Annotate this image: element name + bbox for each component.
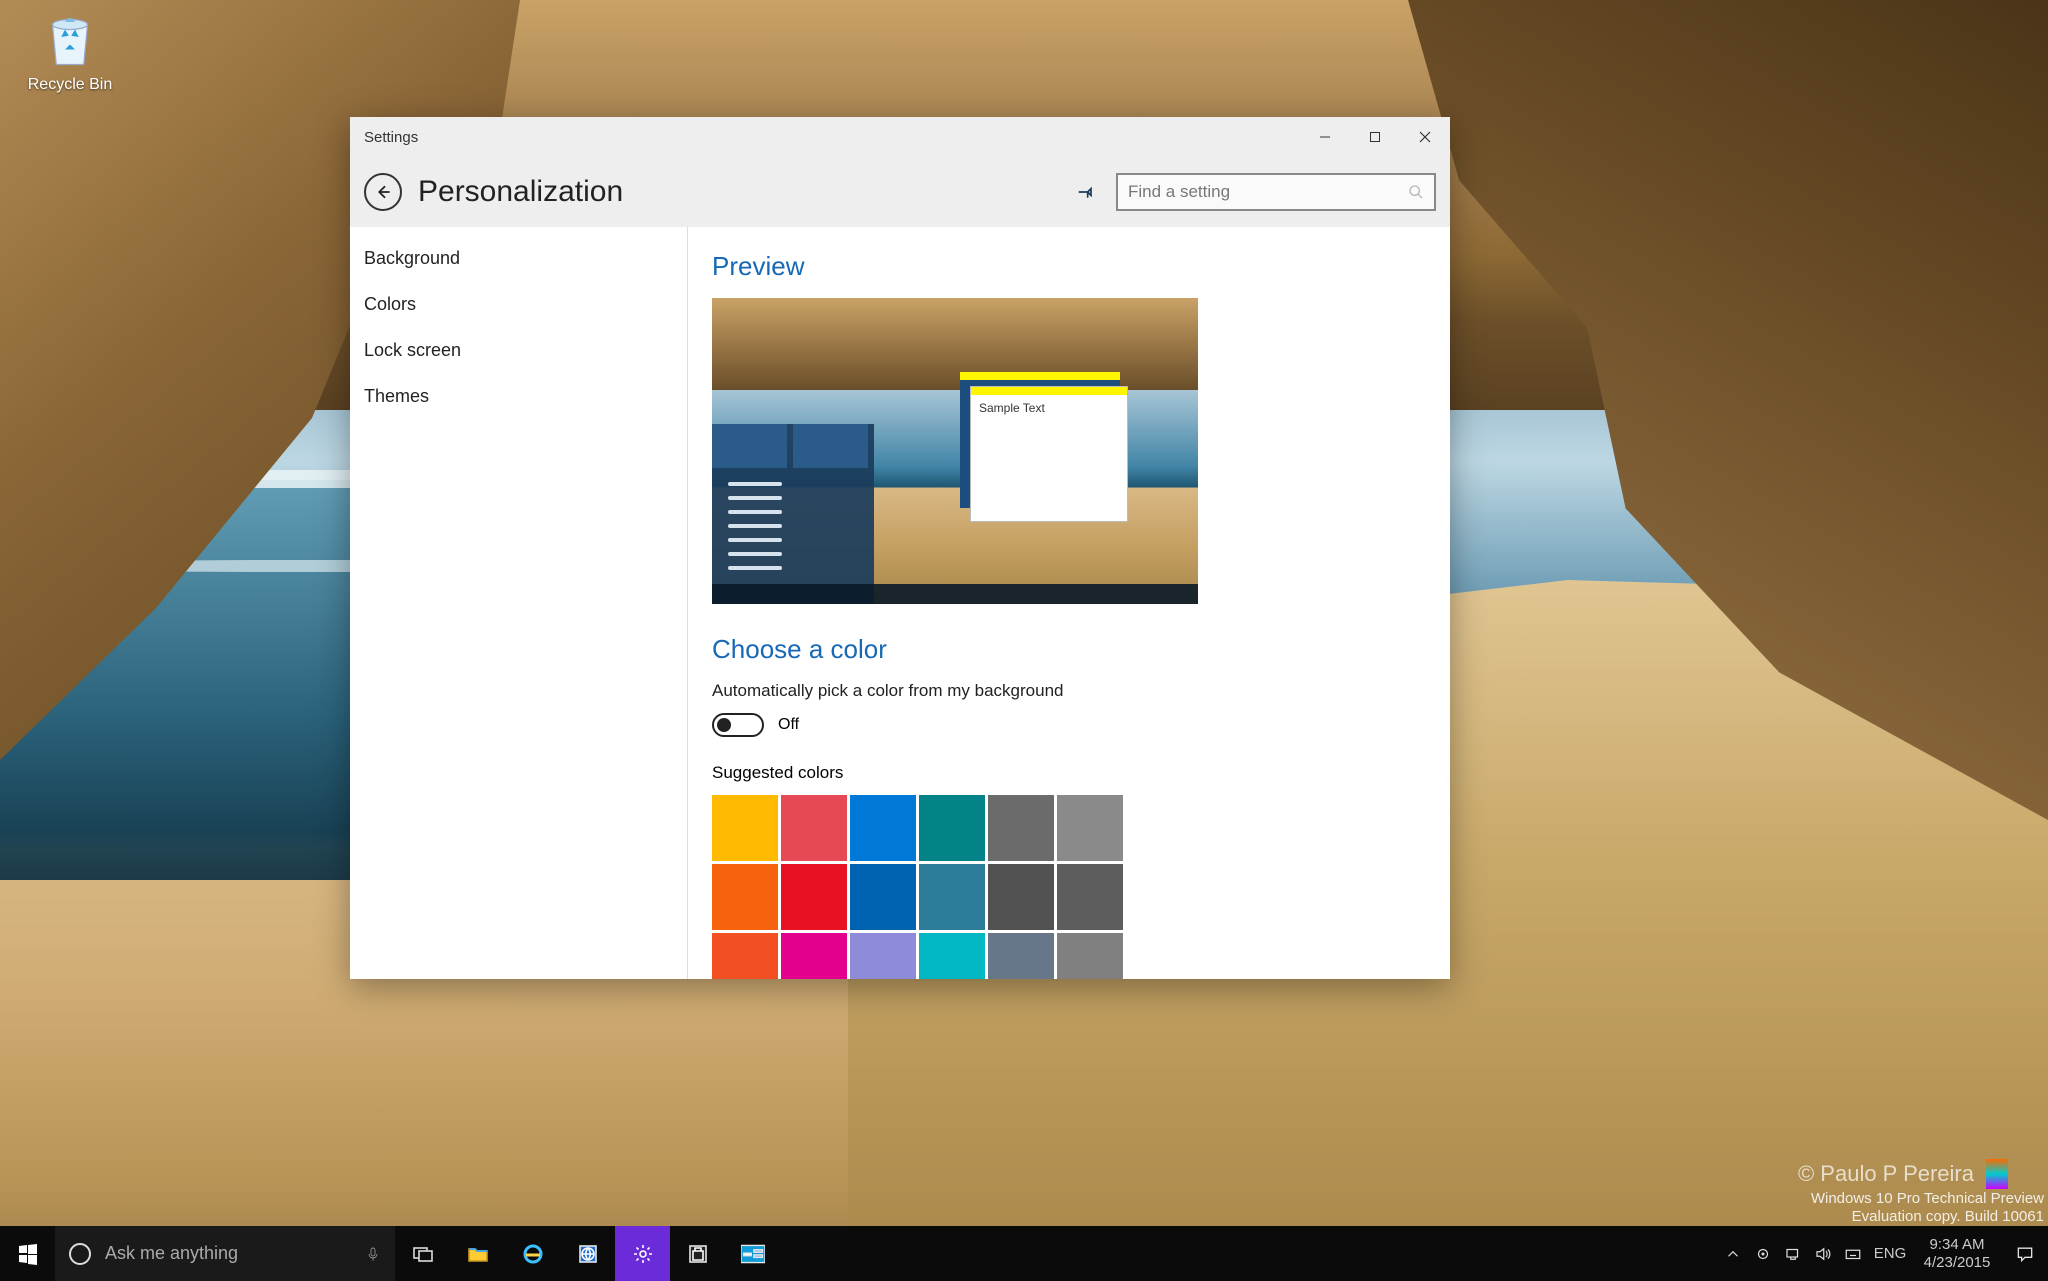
location-icon (1754, 1245, 1772, 1263)
task-view-icon (411, 1242, 435, 1266)
notification-icon (2015, 1244, 2035, 1264)
page-title: Personalization (418, 175, 623, 209)
gear-icon (631, 1242, 655, 1266)
search-icon (1408, 184, 1424, 200)
content-area: Preview Sample Text (688, 227, 1450, 979)
sidebar-item-colors[interactable]: Colors (350, 281, 687, 327)
color-swatch-9[interactable] (919, 864, 985, 930)
store-button[interactable] (670, 1226, 725, 1281)
color-swatch-0[interactable] (712, 795, 778, 861)
windows-build-caption: Windows 10 Pro Technical Preview Evaluat… (1811, 1190, 2044, 1226)
watermark-logo-icon (1986, 1159, 2008, 1189)
tray-location[interactable] (1748, 1226, 1778, 1281)
sidebar: Background Colors Lock screen Themes (350, 227, 688, 979)
preview-sample-text: Sample Text (971, 395, 1127, 421)
tray-time: 9:34 AM (1920, 1236, 1994, 1254)
system-tray: ENG 9:34 AM 4/23/2015 (1718, 1226, 2048, 1281)
taskbar: Ask me anything (0, 1226, 2048, 1281)
color-swatch-5[interactable] (1057, 795, 1123, 861)
task-view-button[interactable] (395, 1226, 450, 1281)
tray-clock[interactable]: 9:34 AM 4/23/2015 (1912, 1236, 2002, 1272)
maximize-icon (1369, 131, 1381, 143)
start-button[interactable] (0, 1226, 55, 1281)
preview-taskbar (712, 584, 1198, 604)
arrow-left-icon (374, 183, 392, 201)
color-swatch-17[interactable] (1057, 933, 1123, 979)
settings-window: Settings Personalization (350, 117, 1450, 979)
recycle-bin-icon (40, 12, 100, 72)
titlebar[interactable]: Settings (350, 117, 1450, 157)
header: Personalization Find a setting (350, 157, 1450, 227)
tray-overflow[interactable] (1718, 1226, 1748, 1281)
auto-pick-toggle[interactable] (712, 713, 764, 737)
color-swatches (712, 795, 1426, 979)
tray-keyboard[interactable] (1838, 1226, 1868, 1281)
pin-icon[interactable] (1076, 182, 1096, 202)
app-icon (741, 1242, 765, 1266)
microphone-icon[interactable] (365, 1243, 381, 1265)
suggested-colors-label: Suggested colors (712, 763, 1426, 783)
desktop: Recycle Bin Settings Personalization (0, 0, 2048, 1281)
app-button[interactable] (725, 1226, 780, 1281)
network-icon (1784, 1245, 1802, 1263)
tray-date: 4/23/2015 (1920, 1254, 1994, 1272)
tray-language[interactable]: ENG (1868, 1226, 1912, 1281)
color-swatch-11[interactable] (1057, 864, 1123, 930)
cortana-search[interactable]: Ask me anything (55, 1226, 395, 1281)
back-button[interactable] (364, 173, 402, 211)
window-controls (1300, 117, 1450, 157)
toggle-state-label: Off (778, 716, 799, 734)
recycle-bin-label: Recycle Bin (28, 76, 112, 93)
color-swatch-8[interactable] (850, 864, 916, 930)
close-icon (1419, 131, 1431, 143)
action-center-button[interactable] (2002, 1226, 2048, 1281)
chevron-up-icon (1724, 1245, 1742, 1263)
tray-network[interactable] (1778, 1226, 1808, 1281)
internet-explorer-button[interactable] (505, 1226, 560, 1281)
color-swatch-13[interactable] (781, 933, 847, 979)
color-swatch-15[interactable] (919, 933, 985, 979)
recycle-bin[interactable]: Recycle Bin (16, 12, 124, 94)
window-title: Settings (364, 129, 418, 146)
color-preview: Sample Text (712, 298, 1198, 604)
search-input[interactable]: Find a setting (1116, 173, 1436, 211)
ie-icon (521, 1242, 545, 1266)
color-swatch-1[interactable] (781, 795, 847, 861)
maximize-button[interactable] (1350, 117, 1400, 157)
volume-icon (1814, 1245, 1832, 1263)
sidebar-item-lock-screen[interactable]: Lock screen (350, 327, 687, 373)
search-placeholder: Find a setting (1128, 182, 1230, 202)
minimize-button[interactable] (1300, 117, 1350, 157)
color-swatch-3[interactable] (919, 795, 985, 861)
cortana-icon (69, 1243, 91, 1265)
sidebar-item-themes[interactable]: Themes (350, 373, 687, 419)
store-icon (686, 1242, 710, 1266)
auto-pick-label: Automatically pick a color from my backg… (712, 681, 1426, 701)
minimize-icon (1319, 131, 1331, 143)
preview-start-menu (712, 424, 874, 604)
color-swatch-10[interactable] (988, 864, 1054, 930)
color-swatch-12[interactable] (712, 933, 778, 979)
sidebar-item-background[interactable]: Background (350, 235, 687, 281)
cortana-placeholder: Ask me anything (105, 1243, 238, 1264)
tray-volume[interactable] (1808, 1226, 1838, 1281)
edge-button[interactable] (560, 1226, 615, 1281)
choose-color-heading: Choose a color (712, 634, 1426, 665)
color-swatch-2[interactable] (850, 795, 916, 861)
color-swatch-6[interactable] (712, 864, 778, 930)
preview-window-front: Sample Text (970, 386, 1128, 522)
globe-icon (576, 1242, 600, 1266)
color-swatch-7[interactable] (781, 864, 847, 930)
close-button[interactable] (1400, 117, 1450, 157)
color-swatch-14[interactable] (850, 933, 916, 979)
color-swatch-4[interactable] (988, 795, 1054, 861)
settings-taskbar-button[interactable] (615, 1226, 670, 1281)
file-explorer-button[interactable] (450, 1226, 505, 1281)
wallpaper-watermark: © Paulo P Pereira (1798, 1159, 2008, 1189)
folder-icon (466, 1242, 490, 1266)
windows-logo-icon (16, 1242, 40, 1266)
keyboard-icon (1844, 1245, 1862, 1263)
preview-heading: Preview (712, 251, 1426, 282)
color-swatch-16[interactable] (988, 933, 1054, 979)
